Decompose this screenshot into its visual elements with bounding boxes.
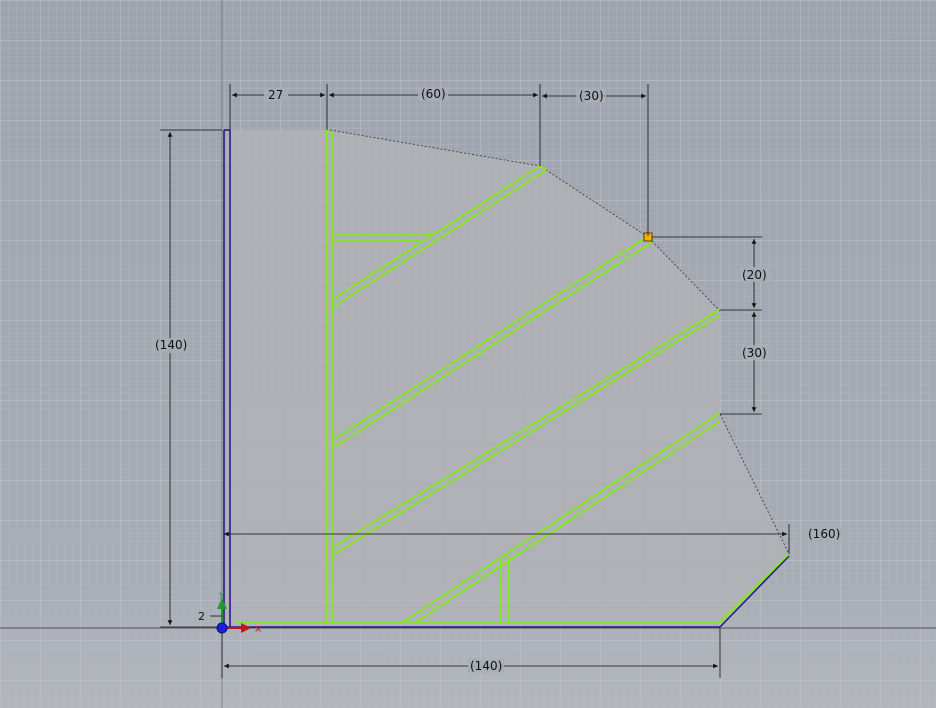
dimension-top-width-2[interactable]: (60) — [421, 87, 446, 101]
dimension-right-height-1[interactable]: (20) — [742, 268, 767, 282]
y-axis-label: y — [219, 590, 225, 600]
dimension-bottom-width[interactable]: (140) — [470, 659, 502, 673]
dimension-top-width-1[interactable]: 27 — [268, 88, 283, 102]
sketch-canvas[interactable]: 27 (60) (30) (140) (20) (30) (160) (140)… — [0, 0, 936, 708]
origin-point[interactable] — [216, 622, 228, 634]
dimension-left-height[interactable]: (140) — [155, 338, 187, 352]
dimension-overall-width[interactable]: (160) — [808, 527, 840, 541]
dimension-right-height-2[interactable]: (30) — [742, 346, 767, 360]
origin-axis-label: 2 — [198, 610, 205, 623]
x-axis-cross: × — [254, 624, 262, 635]
dimension-top-width-3[interactable]: (30) — [579, 89, 604, 103]
